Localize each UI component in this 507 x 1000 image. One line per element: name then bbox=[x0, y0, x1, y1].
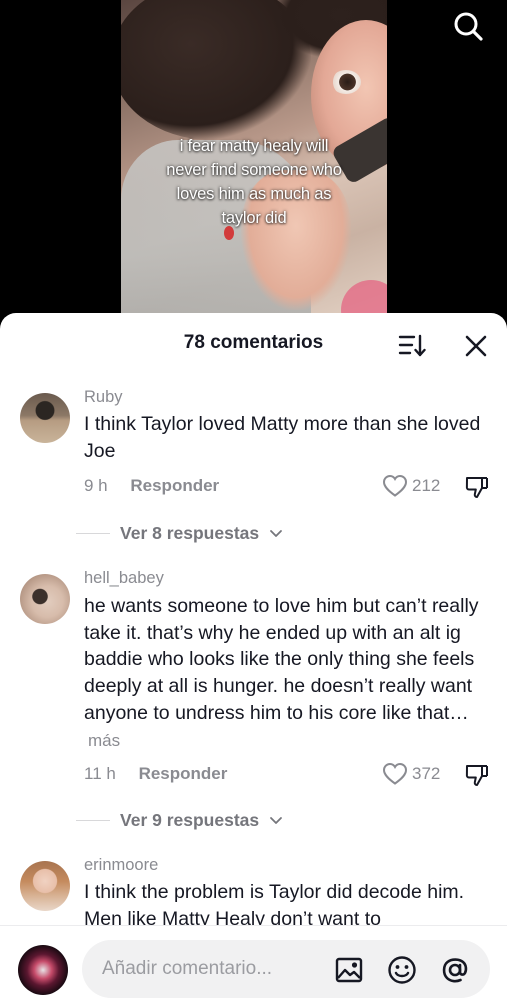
chevron-down-icon bbox=[270, 529, 283, 537]
search-icon bbox=[454, 12, 483, 41]
emoji-icon bbox=[388, 956, 416, 984]
my-avatar[interactable] bbox=[18, 945, 68, 995]
comments-count-title: 78 comentarios bbox=[183, 332, 324, 353]
divider bbox=[76, 533, 110, 534]
heart-icon bbox=[382, 762, 408, 785]
thumbs-down-icon bbox=[465, 477, 488, 498]
comment-composer bbox=[0, 925, 507, 1000]
comment-text: I think Taylor loved Matty more than she… bbox=[84, 413, 481, 462]
image-button[interactable] bbox=[334, 955, 364, 985]
dislike-button[interactable] bbox=[464, 474, 490, 500]
thumbs-down-icon bbox=[465, 765, 488, 786]
dislike-button[interactable] bbox=[464, 762, 490, 788]
like-button[interactable]: 372 bbox=[382, 762, 440, 786]
chevron-down-icon bbox=[270, 816, 283, 824]
more-button[interactable]: más bbox=[88, 731, 120, 750]
sort-icon bbox=[398, 334, 426, 357]
caption-line: loves him as much as bbox=[176, 185, 332, 203]
comment-username[interactable]: erinmoore bbox=[84, 856, 158, 875]
comments-sheet: 78 comentarios Ruby I think Taylor loved… bbox=[0, 313, 507, 1000]
heart-icon bbox=[382, 474, 408, 497]
avatar[interactable] bbox=[20, 861, 70, 911]
sort-button[interactable] bbox=[398, 333, 426, 359]
emoji-button[interactable] bbox=[387, 955, 417, 985]
comment-body: he wants someone to love him but can’t r… bbox=[84, 595, 479, 724]
close-icon bbox=[465, 335, 487, 357]
view-replies-button[interactable]: Ver 8 respuestas bbox=[76, 523, 283, 544]
avatar[interactable] bbox=[20, 393, 70, 443]
reply-button[interactable]: Responder bbox=[139, 764, 228, 783]
comment-time: 11 h bbox=[84, 764, 116, 783]
comment-username[interactable]: hell_babey bbox=[84, 569, 164, 588]
video-player[interactable]: i fear matty healy will never find someo… bbox=[0, 0, 507, 330]
comment-meta: 11 h Responder bbox=[84, 764, 227, 784]
like-count: 372 bbox=[412, 764, 441, 783]
comment-time: 9 h bbox=[84, 476, 108, 495]
comment-input-pill[interactable] bbox=[82, 940, 490, 998]
at-mention-icon bbox=[442, 958, 468, 983]
reply-button[interactable]: Responder bbox=[130, 476, 219, 495]
comment-meta: 9 h Responder bbox=[84, 476, 219, 496]
image-icon bbox=[335, 957, 363, 983]
view-replies-button[interactable]: Ver 9 respuestas bbox=[76, 810, 283, 831]
video-caption: i fear matty healy will never find someo… bbox=[121, 134, 387, 230]
like-button[interactable]: 212 bbox=[382, 474, 440, 498]
comment-username[interactable]: Ruby bbox=[84, 388, 123, 407]
comments-header: 78 comentarios bbox=[0, 313, 507, 373]
search-button[interactable] bbox=[450, 8, 486, 44]
video-eye bbox=[331, 70, 361, 94]
mention-button[interactable] bbox=[440, 955, 470, 985]
comment-input[interactable] bbox=[102, 954, 322, 984]
caption-line: never find someone who bbox=[166, 161, 342, 179]
divider bbox=[76, 820, 110, 821]
view-replies-label: Ver 9 respuestas bbox=[120, 810, 260, 830]
caption-line: taylor did bbox=[221, 209, 287, 227]
comment-text: he wants someone to love him but can’t r… bbox=[84, 593, 494, 754]
avatar[interactable] bbox=[20, 574, 70, 624]
close-button[interactable] bbox=[463, 333, 489, 359]
caption-line: i fear matty healy will bbox=[179, 137, 329, 155]
view-replies-label: Ver 8 respuestas bbox=[120, 523, 260, 543]
like-count: 212 bbox=[412, 476, 441, 495]
